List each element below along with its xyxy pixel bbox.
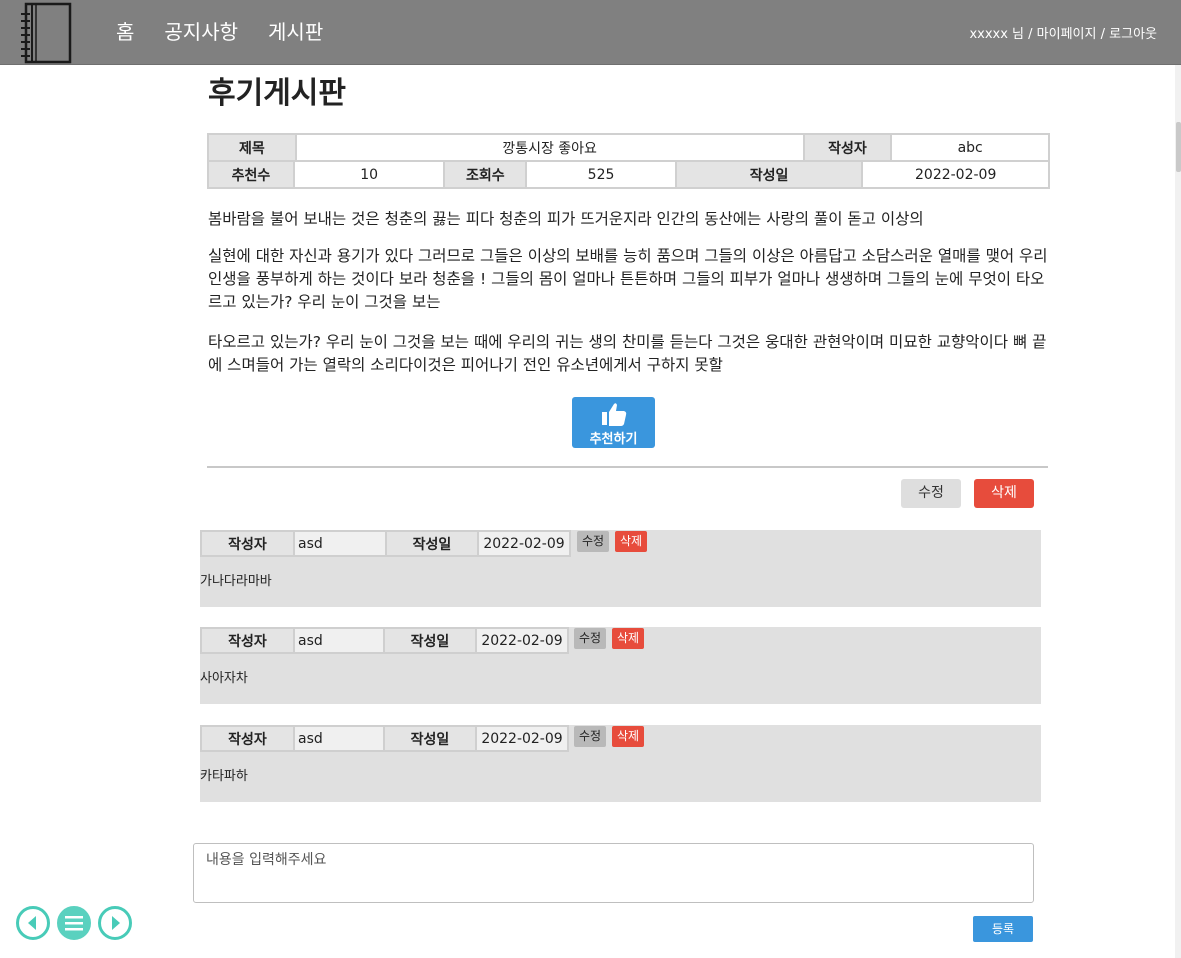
next-button[interactable] xyxy=(98,906,132,940)
comment-delete-button[interactable]: 삭제 xyxy=(615,531,647,552)
comment-edit-button[interactable]: 수정 xyxy=(574,628,606,649)
main-nav: 홈 공지사항 게시판 xyxy=(116,16,323,45)
post-title: 깡통시장 좋아요 xyxy=(294,133,805,162)
post-likes: 10 xyxy=(292,160,446,189)
comment-edit-button[interactable]: 수정 xyxy=(577,531,609,552)
post-paragraph: 실현에 대한 자신과 용기가 있다 그러므로 그들은 이상의 보배를 능히 품으… xyxy=(208,247,1048,311)
comment-delete-button[interactable]: 삭제 xyxy=(612,628,644,649)
post-author: abc xyxy=(890,133,1050,162)
user-links: xxxxx 님 / 마이페이지 / 로그아웃 xyxy=(969,23,1157,42)
author-label: 작성자 xyxy=(802,133,893,162)
comment-author: asd xyxy=(293,725,385,752)
edit-post-button[interactable]: 수정 xyxy=(901,479,961,508)
menu-button[interactable] xyxy=(57,906,91,940)
post-paragraph: 봄바람을 불어 보내는 것은 청춘의 끓는 피다 청춘의 피가 뜨거운지라 인간… xyxy=(208,210,924,228)
arrow-right-circle-icon xyxy=(112,916,120,930)
comment-item: 작성자 asd 작성일 2022-02-09 수정 삭제 사아자차 xyxy=(200,627,1041,704)
page-title: 후기게시판 xyxy=(208,76,346,111)
mypage-link[interactable]: 마이페이지 xyxy=(1037,27,1097,42)
comment-item: 작성자 asd 작성일 2022-02-09 수정 삭제 가나다라마바 xyxy=(200,530,1041,607)
post-info-table-row2: 추천수 10 조회수 525 작성일 2022-02-09 xyxy=(207,160,1050,189)
comment-body: 사아자차 xyxy=(200,671,248,686)
comment-author-label: 작성자 xyxy=(200,627,295,654)
notebook-icon[interactable] xyxy=(20,2,74,64)
comment-item: 작성자 asd 작성일 2022-02-09 수정 삭제 카타파하 xyxy=(200,725,1041,802)
delete-post-button[interactable]: 삭제 xyxy=(974,479,1034,508)
post-info-table-row1: 제목 깡통시장 좋아요 작성자 abc xyxy=(207,133,1050,162)
hamburger-menu-icon xyxy=(65,916,83,931)
divider xyxy=(207,466,1048,468)
comment-submit-button[interactable]: 등록 xyxy=(973,916,1033,942)
arrow-left-circle-icon xyxy=(28,916,36,930)
comment-meta: 작성자 asd 작성일 2022-02-09 xyxy=(200,530,571,557)
nav-home[interactable]: 홈 xyxy=(116,16,134,45)
comment-date: 2022-02-09 xyxy=(475,627,569,654)
separator: / xyxy=(1028,27,1033,42)
scrollbar-thumb[interactable] xyxy=(1176,122,1181,172)
comment-date-label: 작성일 xyxy=(385,530,479,557)
nav-board[interactable]: 게시판 xyxy=(268,16,323,45)
comment-date-label: 작성일 xyxy=(383,627,477,654)
prev-button[interactable] xyxy=(16,906,50,940)
comment-date: 2022-02-09 xyxy=(477,530,571,557)
user-name: xxxxx 님 xyxy=(969,27,1024,42)
comment-meta: 작성자 asd 작성일 2022-02-09 xyxy=(200,627,569,654)
thumbs-up-icon xyxy=(602,403,627,426)
top-header: 홈 공지사항 게시판 xxxxx 님 / 마이페이지 / 로그아웃 xyxy=(0,0,1181,65)
comment-body: 가나다라마바 xyxy=(200,574,272,589)
views-label: 조회수 xyxy=(443,160,528,189)
title-label: 제목 xyxy=(207,133,297,162)
comment-author-label: 작성자 xyxy=(200,530,295,557)
post-paragraph: 타오르고 있는가? 우리 눈이 그것을 보는 때에 우리의 귀는 생의 찬미를 … xyxy=(208,333,1047,374)
separator: / xyxy=(1100,27,1106,42)
comment-edit-button[interactable]: 수정 xyxy=(574,726,606,747)
nav-notice[interactable]: 공지사항 xyxy=(164,16,238,45)
like-button[interactable]: 추천하기 xyxy=(572,397,655,448)
scrollbar[interactable] xyxy=(1175,65,1181,958)
comment-delete-button[interactable]: 삭제 xyxy=(612,726,644,747)
like-button-label: 추천하기 xyxy=(589,432,638,447)
comment-date-label: 작성일 xyxy=(383,725,477,752)
comment-date: 2022-02-09 xyxy=(475,725,569,752)
comment-body: 카타파하 xyxy=(200,769,248,784)
post-views: 525 xyxy=(525,160,677,189)
date-label: 작성일 xyxy=(674,160,864,189)
likes-label: 추천수 xyxy=(207,160,295,189)
post-date: 2022-02-09 xyxy=(861,160,1050,189)
comment-author: asd xyxy=(293,627,385,654)
comment-author-label: 작성자 xyxy=(200,725,295,752)
comment-author: asd xyxy=(293,530,387,557)
comment-meta: 작성자 asd 작성일 2022-02-09 xyxy=(200,725,569,752)
logout-link[interactable]: 로그아웃 xyxy=(1109,27,1157,42)
comment-input[interactable] xyxy=(193,843,1034,903)
